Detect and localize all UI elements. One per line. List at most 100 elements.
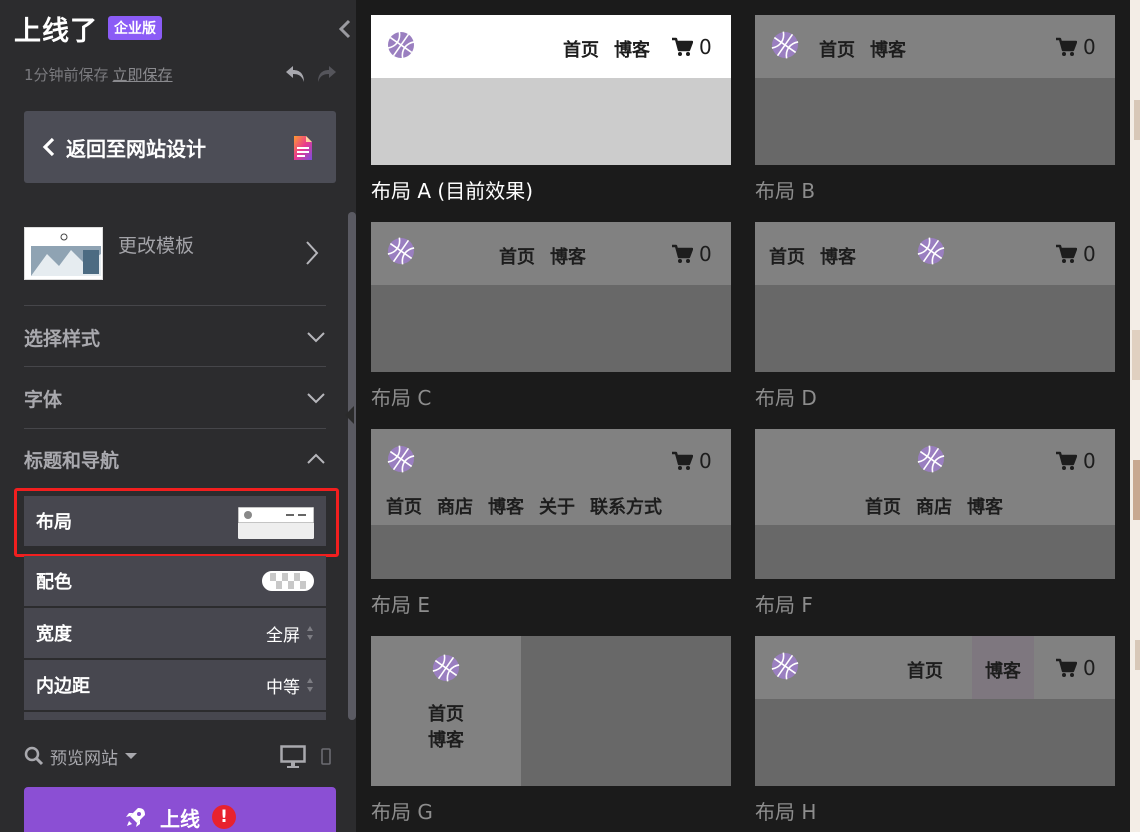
panel-pointer: [345, 406, 354, 424]
spinner-icon: [307, 678, 313, 692]
nav-item: 首页: [769, 247, 805, 268]
undo-button[interactable]: [284, 62, 308, 86]
page-preview-edge: [1130, 0, 1140, 832]
search-icon: [24, 746, 44, 766]
layout-card-c[interactable]: 首页 博客 0: [371, 222, 731, 372]
layout-caption: 布局 G: [371, 800, 433, 824]
divider: [24, 366, 326, 367]
cart: 0: [1055, 656, 1096, 680]
change-template-label: 更改模板: [118, 235, 195, 257]
basketball-logo-icon: [432, 654, 460, 682]
cart-count: 0: [699, 449, 712, 473]
layout-caption: 布局 D: [755, 386, 817, 410]
divider: [24, 428, 326, 429]
sidebar-scrollbar[interactable]: [348, 212, 356, 720]
basketball-logo-icon: [387, 31, 415, 59]
edition-badge: 企业版: [108, 16, 162, 40]
publish-label: 上线: [160, 806, 200, 831]
layout-caption: 布局 C: [371, 386, 432, 410]
layout-caption: 布局 F: [755, 593, 813, 617]
layout-preview-icon: [238, 507, 314, 539]
caret-down-icon: [125, 753, 137, 759]
section-label: 字体: [24, 388, 63, 411]
property-layout[interactable]: 布局: [24, 496, 326, 546]
cart-icon: [672, 37, 693, 56]
chevron-left-icon: [338, 19, 351, 39]
property-value: 全屏: [266, 625, 300, 646]
property-row-partial: [24, 712, 326, 720]
nav-item: 博客: [870, 40, 906, 61]
basketball-logo-icon: [387, 445, 415, 473]
layout-card-b[interactable]: 首页 博客 0: [755, 15, 1115, 165]
save-now-link[interactable]: 立即保存: [113, 66, 173, 84]
section-label: 标题和导航: [24, 449, 120, 472]
section-select-style[interactable]: 选择样式: [24, 308, 326, 366]
mobile-view-button[interactable]: [320, 747, 332, 767]
publish-button[interactable]: 上线 !: [24, 787, 336, 832]
nav-item: 关于: [539, 497, 575, 518]
cart: 0: [671, 242, 712, 266]
app-window: 上线了 企业版 1分钟前保存 立即保存 返回至网站设计 更改模板 选择样式 字体…: [0, 0, 1140, 832]
save-status-text: 1分钟前保存: [24, 66, 109, 84]
layout-caption: 布局 E: [371, 593, 430, 617]
basketball-logo-icon: [771, 652, 799, 680]
layout-caption: 布局 H: [755, 800, 817, 824]
property-label: 配色: [36, 572, 72, 593]
layout-card-g[interactable]: 首页 博客: [371, 636, 731, 786]
cart-icon: [672, 244, 693, 263]
property-width[interactable]: 宽度 全屏: [24, 608, 326, 658]
layout-caption: 布局 B: [755, 179, 816, 203]
section-font[interactable]: 字体: [24, 369, 326, 427]
cart: 0: [1055, 242, 1096, 266]
chevron-right-icon: [306, 241, 319, 265]
nav-item: 博客: [614, 40, 650, 61]
layout-card-a[interactable]: 首页 博客 0: [371, 15, 731, 165]
section-header-nav[interactable]: 标题和导航: [24, 430, 326, 488]
rocket-icon: [126, 808, 145, 827]
layout-card-d[interactable]: 首页 博客 0: [755, 222, 1115, 372]
scrollbar-thumb[interactable]: [348, 212, 356, 720]
divider: [24, 305, 326, 306]
cart-icon: [1056, 658, 1077, 677]
nav-item: 首页: [386, 497, 422, 518]
cart: 0: [1055, 35, 1096, 59]
nav-item: 博客: [550, 247, 586, 268]
cart-count: 0: [699, 242, 712, 266]
chevron-down-icon: [307, 332, 325, 343]
cart-count: 0: [1083, 449, 1096, 473]
layout-card-f[interactable]: 0 首页 商店 博客: [755, 429, 1115, 579]
section-label: 选择样式: [24, 327, 101, 350]
nav-item: 博客: [820, 247, 856, 268]
chevron-up-icon: [307, 453, 325, 464]
property-label: 宽度: [36, 624, 72, 645]
desktop-view-button[interactable]: [280, 745, 306, 769]
chevron-left-icon: [42, 137, 55, 157]
redo-button[interactable]: [314, 62, 338, 86]
basketball-logo-icon: [917, 237, 945, 265]
change-template-row[interactable]: 更改模板: [24, 227, 326, 283]
nav-item: 首页: [907, 661, 943, 682]
layout-card-h[interactable]: 首页 博客 0: [755, 636, 1115, 786]
editor-sidebar: 上线了 企业版 1分钟前保存 立即保存 返回至网站设计 更改模板 选择样式 字体…: [0, 0, 356, 832]
preview-site-label: 预览网站: [50, 748, 118, 769]
back-to-design-button[interactable]: 返回至网站设计: [24, 111, 336, 183]
save-status: 1分钟前保存 立即保存: [24, 64, 173, 85]
layout-card-e[interactable]: 0 首页 商店 博客 关于 联系方式: [371, 429, 731, 579]
nav-item: 联系方式: [590, 497, 662, 518]
property-color[interactable]: 配色: [24, 556, 326, 606]
nav-item: 首页: [819, 40, 855, 61]
preview-site-button[interactable]: 预览网站: [24, 744, 144, 769]
spinner-icon: [307, 626, 313, 640]
cart-count: 0: [699, 35, 712, 59]
nav-item: 首页: [865, 497, 901, 518]
brand: 上线了 企业版: [14, 12, 162, 47]
redo-icon: [318, 66, 336, 82]
property-padding[interactable]: 内边距 中等: [24, 660, 326, 710]
alert-icon: !: [212, 805, 236, 829]
cart-count: 0: [1083, 242, 1096, 266]
collapse-sidebar-button[interactable]: [336, 16, 354, 42]
desktop-icon: [280, 745, 306, 768]
logo-text: 上线了: [14, 15, 98, 47]
layout-caption: 布局 A (目前效果): [371, 179, 534, 203]
basketball-logo-icon: [771, 31, 799, 59]
